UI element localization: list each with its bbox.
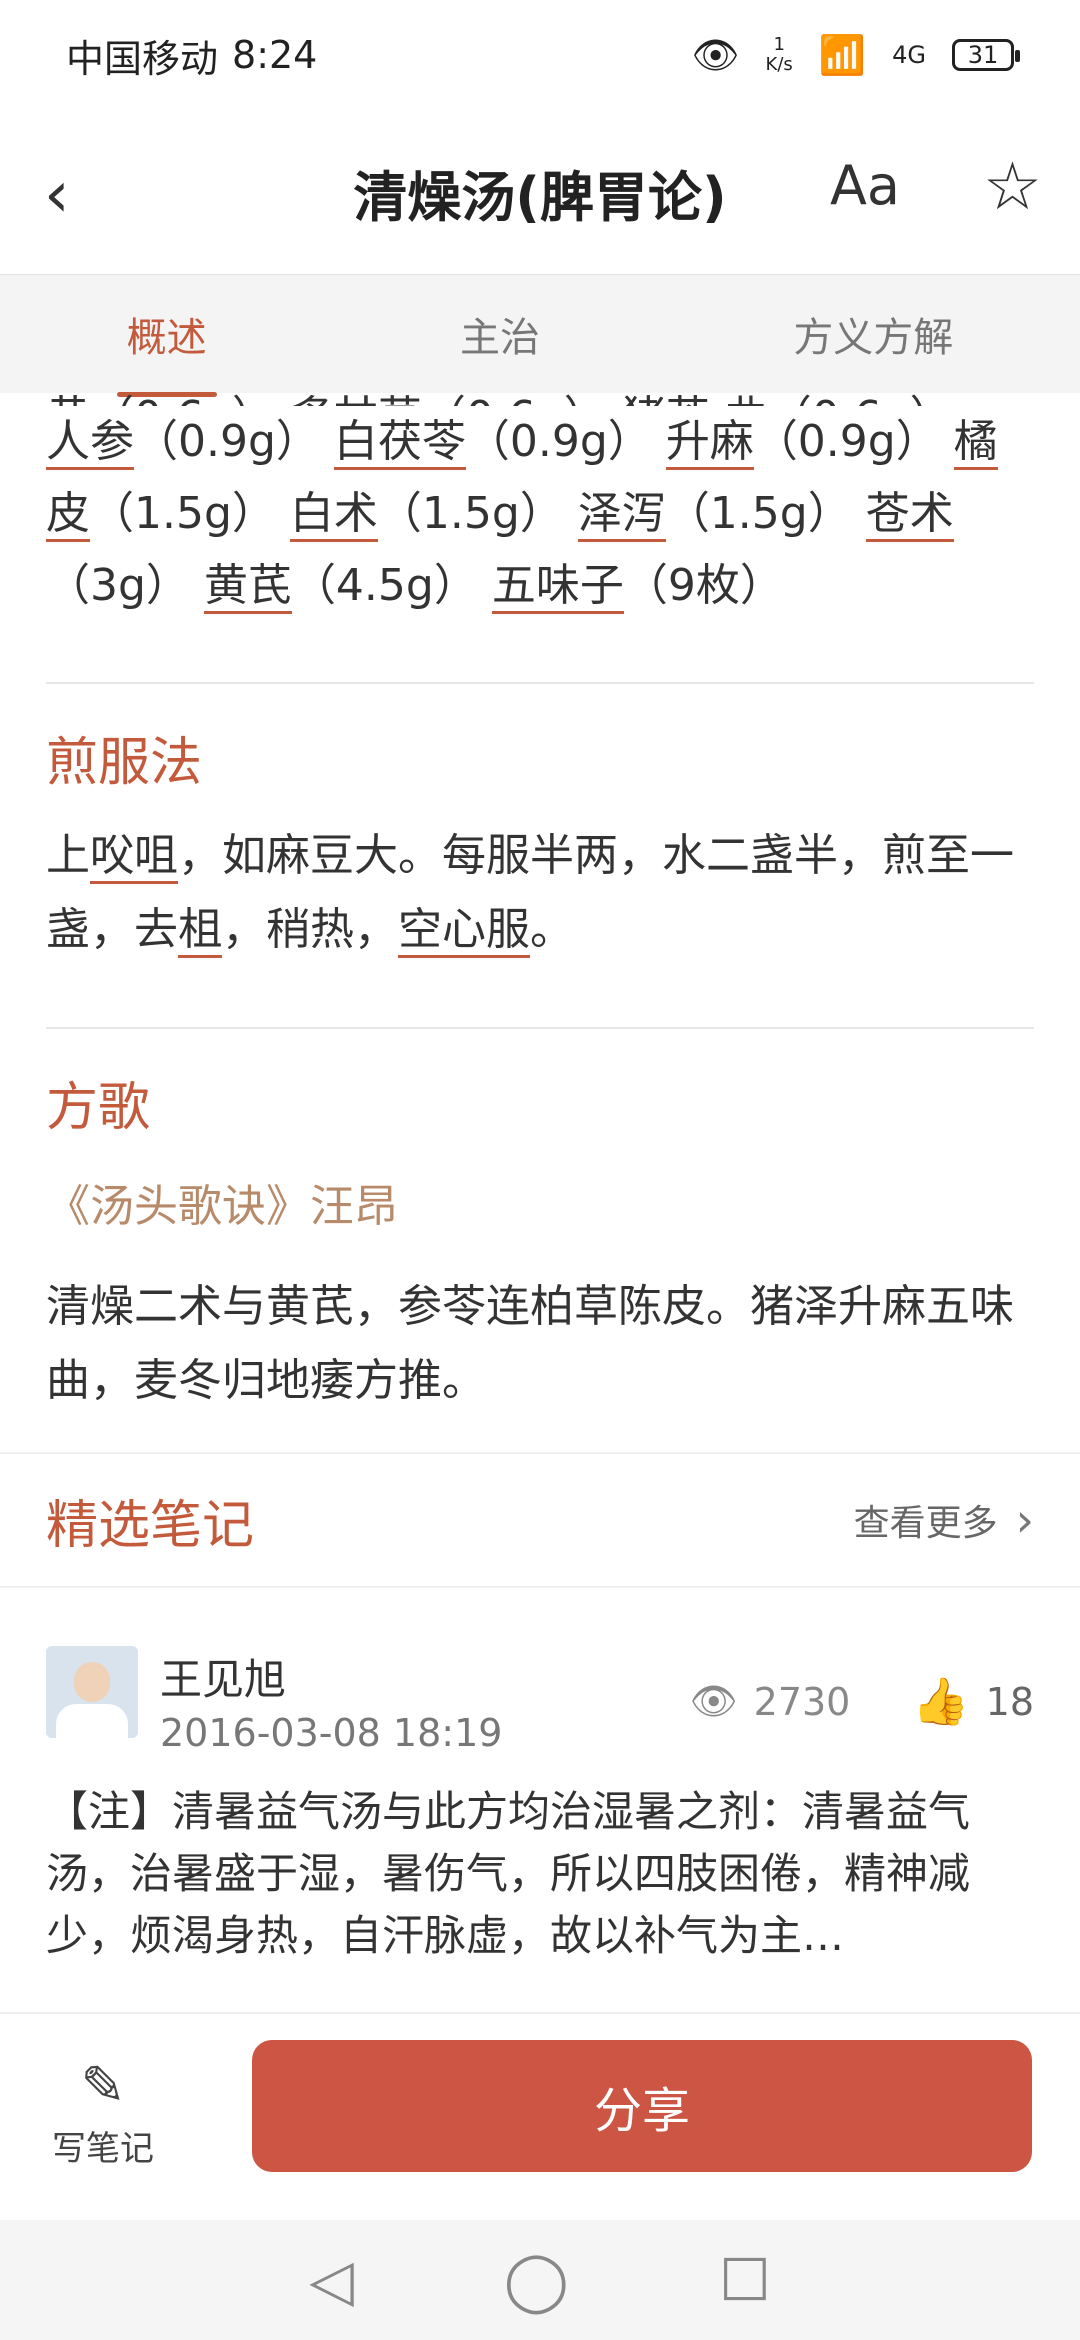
divider bbox=[46, 682, 1034, 684]
bottom-bar: ✎ 写笔记 分享 bbox=[0, 2012, 1080, 2222]
text-fragment: ，稍热， bbox=[222, 904, 398, 955]
song-title: 方歌 bbox=[46, 1078, 151, 1138]
herb-dose: （4.5g） bbox=[291, 560, 478, 611]
avatar[interactable] bbox=[46, 1646, 138, 1738]
herb-dose: （3g） bbox=[46, 560, 190, 611]
song-source: 《汤头歌诀》汪昂 bbox=[46, 1181, 398, 1232]
page-title: 清燥汤(脾胃论) bbox=[353, 165, 727, 229]
tab-explanation[interactable]: 方义方解 bbox=[773, 305, 973, 363]
herb-dose: （0.9g） bbox=[465, 416, 652, 467]
term-link[interactable]: 空心服 bbox=[398, 904, 530, 958]
text-fragment: 上 bbox=[46, 830, 90, 881]
view-more-label: 查看更多 bbox=[853, 1503, 998, 1544]
wifi-icon: 📶 bbox=[818, 32, 867, 77]
author-name[interactable]: 王见旭 bbox=[160, 1646, 502, 1707]
net-speed: 1 K/s bbox=[765, 34, 793, 75]
decoction-title: 煎服法 bbox=[46, 733, 203, 793]
herb-link[interactable]: 白茯苓 bbox=[333, 416, 466, 470]
like-count: 18 bbox=[985, 1679, 1034, 1724]
notes-title: 精选笔记 bbox=[46, 1495, 255, 1556]
note-time: 2016-03-08 18:19 bbox=[160, 1711, 503, 1755]
star-icon[interactable]: ☆ bbox=[983, 148, 1042, 225]
write-note-button[interactable]: ✎ 写笔记 bbox=[48, 2054, 158, 2170]
battery-level: 31 bbox=[967, 41, 999, 69]
view-count: 2730 bbox=[753, 1679, 851, 1724]
decoction-text: 上㕮咀，如麻豆大。每服半两，水二盏半，煎至一盏，去柤，稍热，空心服。 bbox=[46, 819, 1034, 967]
back-icon[interactable]: ‹ bbox=[44, 158, 70, 232]
notes-header: 精选笔记 查看更多 › bbox=[0, 1452, 1080, 1588]
herb-dose: （1.5g） bbox=[665, 488, 852, 539]
ingredients-list: 人参（0.9g） 白茯苓（0.9g） 升麻（0.9g） 橘皮（1.5g） 白术（… bbox=[46, 406, 1034, 622]
overview-content: 黄（0.6g） 炙甘草（0.6g） 猪苓 曲（0.6g） 人参（0.9g） 白茯… bbox=[46, 392, 1034, 1418]
herb-link[interactable]: 白术 bbox=[289, 488, 378, 542]
herb-dose: （0.9g） bbox=[753, 416, 940, 467]
nav-home-icon[interactable]: ◯ bbox=[504, 2246, 569, 2314]
chevron-right-icon: › bbox=[1015, 1493, 1034, 1547]
song-text: 清燥二术与黄芪，参苓连柏草陈皮。猪泽升麻五味曲，麦冬归地痿方推。 bbox=[46, 1281, 1014, 1406]
status-bar: 中国移动 8:24 👁 1 K/s 📶 4G 31 bbox=[0, 0, 1080, 110]
eye-icon: 👁 bbox=[691, 32, 740, 77]
system-nav-bar: ◁ ◯ ☐ bbox=[0, 2220, 1080, 2340]
herb-link[interactable]: 苍术 bbox=[865, 488, 954, 542]
thumbs-up-icon[interactable]: 👍 bbox=[912, 1674, 969, 1729]
eye-icon: 👁 bbox=[689, 1679, 738, 1723]
herb-dose: （1.5g） bbox=[377, 488, 564, 539]
herb-link[interactable]: 黄芪 bbox=[203, 560, 292, 614]
write-note-label: 写笔记 bbox=[52, 2129, 154, 2169]
share-button[interactable]: 分享 bbox=[252, 2040, 1032, 2172]
herb-link[interactable]: 升麻 bbox=[665, 416, 754, 470]
herb-link[interactable]: 人参 bbox=[46, 416, 134, 470]
term-link[interactable]: 㕮咀 bbox=[90, 830, 178, 884]
herb-dose: （9枚） bbox=[623, 560, 784, 611]
tab-indications[interactable]: 主治 bbox=[440, 305, 560, 363]
herb-dose: （0.9g） bbox=[134, 416, 320, 467]
title-bar: ‹ 清燥汤(脾胃论) Aa ☆ bbox=[0, 110, 1080, 274]
term-link[interactable]: 柤 bbox=[178, 904, 222, 958]
tab-overview[interactable]: 概述 bbox=[107, 305, 227, 397]
note-text: 【注】清暑益气汤与此方均治湿暑之剂：清暑益气汤，治暑盛于湿，暑伤气，所以四肢困倦… bbox=[46, 1787, 971, 1960]
clock: 8:24 bbox=[232, 33, 318, 77]
text-fragment: 。 bbox=[530, 904, 574, 955]
ingredients-cut-line: 黄（0.6g） 炙甘草（0.6g） 猪苓 曲（0.6g） bbox=[46, 382, 1034, 406]
carrier-label: 中国移动 bbox=[66, 36, 219, 81]
font-size-button[interactable]: Aa bbox=[830, 154, 900, 217]
signal-label: 4G bbox=[892, 41, 926, 69]
tab-bar: 概述 主治 方义方解 bbox=[0, 274, 1080, 397]
herb-link[interactable]: 五味子 bbox=[491, 560, 624, 614]
nav-back-icon[interactable]: ◁ bbox=[309, 2246, 354, 2314]
note-card[interactable]: 王见旭 2016-03-08 18:19 👁 2730 👍 18 【注】清暑益气… bbox=[46, 1646, 1034, 1967]
divider bbox=[46, 1027, 1034, 1029]
herb-dose: （1.5g） bbox=[90, 488, 276, 539]
view-more-button[interactable]: 查看更多 › bbox=[854, 1493, 1034, 1547]
battery-icon: 31 bbox=[952, 39, 1020, 71]
edit-icon: ✎ bbox=[80, 2054, 126, 2117]
herb-link[interactable]: 泽泻 bbox=[577, 488, 666, 542]
nav-recent-icon[interactable]: ☐ bbox=[719, 2246, 771, 2314]
